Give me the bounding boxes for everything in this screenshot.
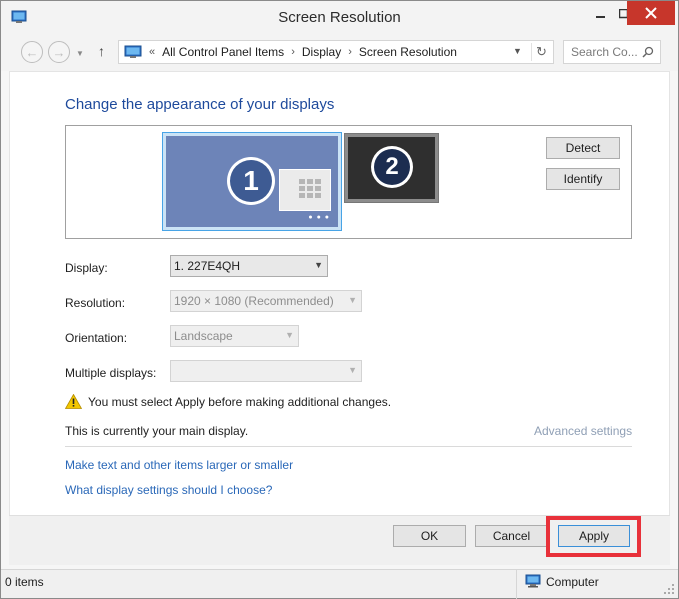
address-bar[interactable]: « All Control Panel Items › Display › Sc… <box>118 40 554 64</box>
display-select-value: 1. 227E4QH <box>174 259 241 273</box>
up-button[interactable]: ↑ <box>98 43 105 59</box>
status-separator <box>516 570 517 599</box>
cancel-button[interactable]: Cancel <box>475 525 548 547</box>
chevron-down-icon: ▼ <box>348 295 357 305</box>
orientation-label: Orientation: <box>65 331 128 345</box>
identify-button[interactable]: Identify <box>546 168 620 190</box>
main-display-text: This is currently your main display. <box>65 424 249 438</box>
breadcrumb-all-control-panel-items[interactable]: All Control Panel Items <box>162 45 284 59</box>
display-label: Display: <box>65 261 108 275</box>
recent-locations-chevron-icon[interactable]: ▼ <box>76 49 84 58</box>
monitor-arrangement-panel: 1 ● ● ● 2 Detect Identify <box>65 125 632 239</box>
warning-icon <box>65 394 82 409</box>
resolution-select: 1920 × 1080 (Recommended) ▼ <box>170 290 362 312</box>
monitor-1-screen: 1 ● ● ● <box>166 136 338 227</box>
refresh-button[interactable]: ↻ <box>531 43 551 61</box>
monitor-dots-icon: ● ● ● <box>308 214 330 221</box>
address-dropdown-chevron-icon[interactable]: ▼ <box>513 46 522 56</box>
display-settings-help-link[interactable]: What display settings should I choose? <box>65 483 272 497</box>
orientation-select: Landscape ▼ <box>170 325 299 347</box>
orientation-select-value: Landscape <box>174 329 233 343</box>
minimize-icon <box>596 16 605 18</box>
breadcrumb-display[interactable]: Display <box>302 45 341 59</box>
start-screen-tile-icon <box>279 169 331 211</box>
breadcrumb-separator-icon[interactable]: › <box>291 46 295 58</box>
forward-button[interactable]: → <box>48 41 70 63</box>
arrow-up-icon: ↑ <box>98 43 105 59</box>
search-icon[interactable] <box>642 46 654 58</box>
detect-button[interactable]: Detect <box>546 137 620 159</box>
back-button[interactable]: ← <box>21 41 43 63</box>
chevron-down-icon: ▼ <box>314 260 323 270</box>
content-area: Change the appearance of your displays 1 <box>9 71 670 515</box>
multiple-displays-label: Multiple displays: <box>65 366 157 380</box>
monitor-2-number: 2 <box>374 149 410 185</box>
apply-warning-text: You must select Apply before making addi… <box>88 395 392 409</box>
divider <box>65 446 632 447</box>
title-bar: Screen Resolution <box>1 1 678 35</box>
resize-grip-icon[interactable] <box>664 584 674 594</box>
navigation-bar: ← → ▼ ↑ « All Control Panel Items › Disp… <box>1 35 678 71</box>
monitor-2-badge: 2 <box>371 146 413 188</box>
monitor-2-screen: 2 <box>348 137 435 199</box>
window-title: Screen Resolution <box>278 9 401 26</box>
screen-resolution-window: Screen Resolution ← → ▼ ↑ « All Control … <box>0 0 679 599</box>
monitor-1-number: 1 <box>230 160 272 202</box>
status-bar: 0 items Computer <box>1 569 678 599</box>
arrow-right-icon: → <box>52 44 66 60</box>
item-count: 0 items <box>5 575 44 589</box>
search-input[interactable]: Search Co... <box>563 40 661 64</box>
computer-icon <box>525 574 541 588</box>
chevron-down-icon: ▼ <box>285 330 294 340</box>
breadcrumb-screen-resolution[interactable]: Screen Resolution <box>359 45 457 59</box>
close-icon <box>645 7 657 19</box>
display-select[interactable]: 1. 227E4QH ▼ <box>170 255 328 277</box>
control-panel-icon <box>124 45 142 58</box>
location-label: Computer <box>546 575 599 589</box>
multiple-displays-select: ▼ <box>170 360 362 382</box>
monitor-1-badge: 1 <box>227 157 275 205</box>
breadcrumb-separator-icon[interactable]: › <box>348 46 352 58</box>
dialog-footer: OK Cancel Apply <box>9 515 670 565</box>
resolution-select-value: 1920 × 1080 (Recommended) <box>174 294 334 308</box>
resolution-label: Resolution: <box>65 296 126 310</box>
chevron-down-icon: ▼ <box>348 365 357 375</box>
close-button[interactable] <box>627 1 675 25</box>
advanced-settings-link[interactable]: Advanced settings <box>534 424 632 438</box>
monitor-1[interactable]: 1 ● ● ● <box>162 132 342 231</box>
refresh-icon: ↻ <box>536 44 547 59</box>
arrow-left-icon: ← <box>25 44 39 60</box>
ok-button[interactable]: OK <box>393 525 466 547</box>
breadcrumb-overflow[interactable]: « <box>149 46 155 58</box>
page-title: Change the appearance of your displays <box>65 96 335 113</box>
search-placeholder: Search Co... <box>571 45 638 59</box>
apply-button[interactable]: Apply <box>558 525 630 547</box>
monitor-2[interactable]: 2 <box>344 133 439 203</box>
make-text-larger-link[interactable]: Make text and other items larger or smal… <box>65 458 293 472</box>
